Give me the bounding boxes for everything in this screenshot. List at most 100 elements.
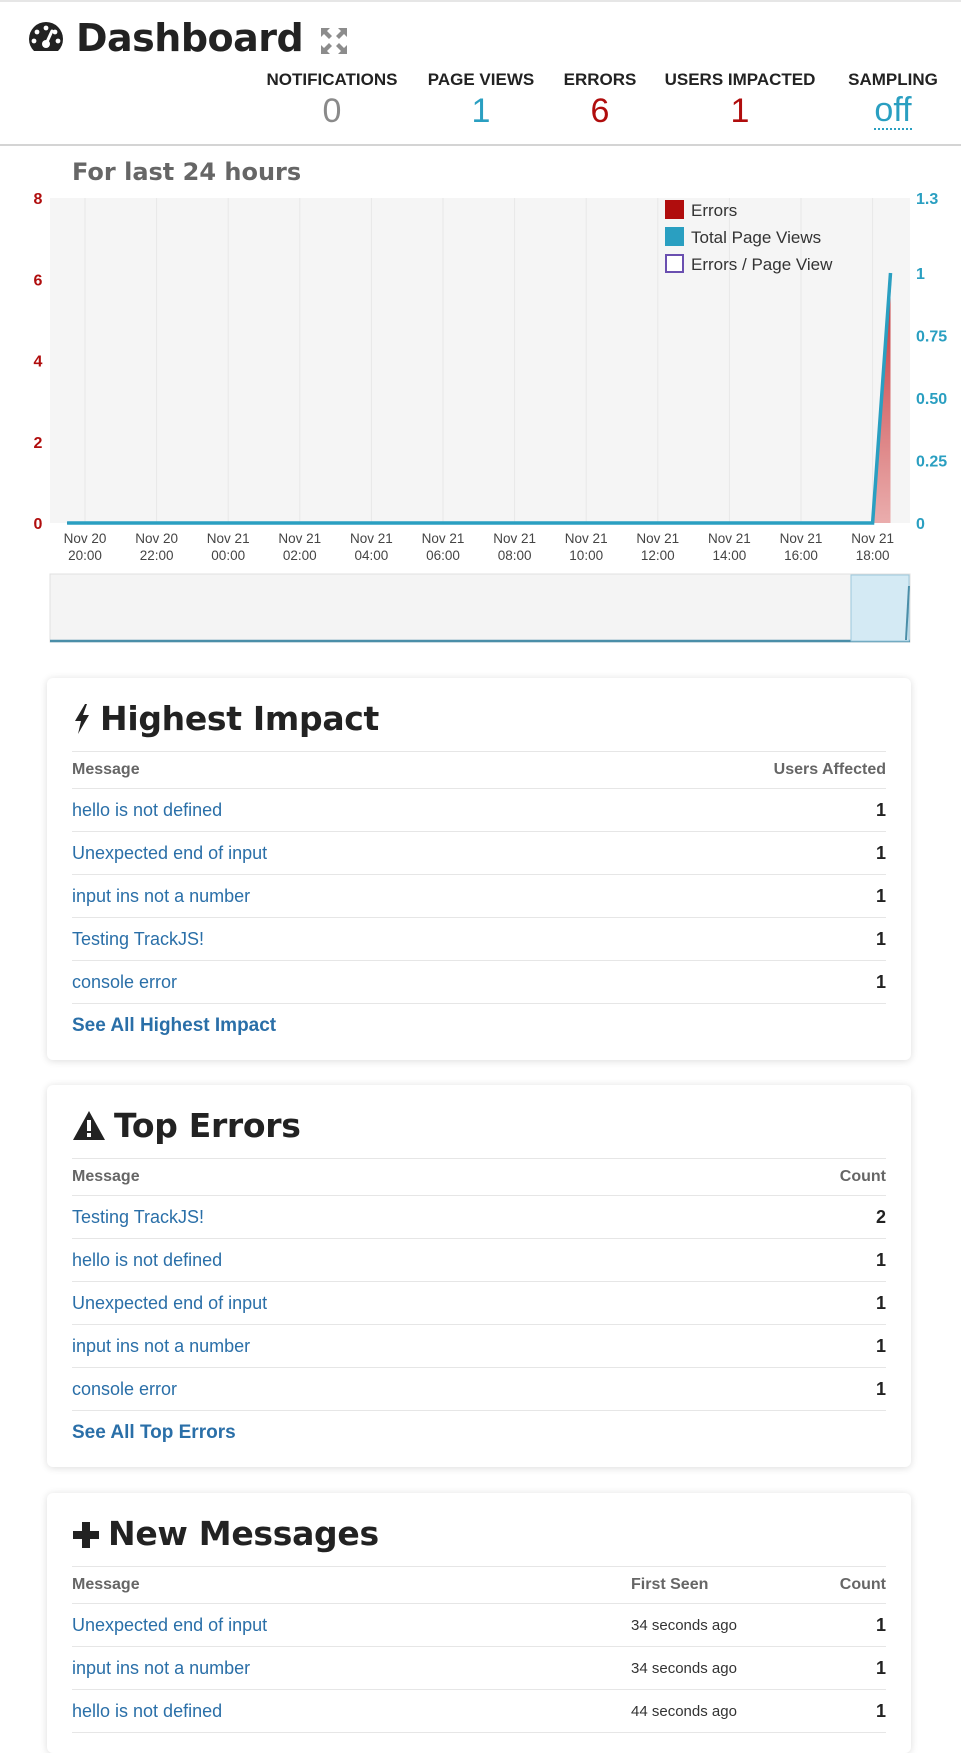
column-header-count: Count [839, 1168, 886, 1185]
see-all-highest-impact-link[interactable]: See All Highest Impact [72, 1004, 886, 1060]
stat-value: 1 [471, 92, 491, 130]
card-title: Highest Impact [100, 699, 380, 738]
table-row[interactable]: hello is not defined 44 seconds ago 1 [72, 1690, 886, 1733]
card-title: Top Errors [114, 1106, 301, 1145]
table-row[interactable]: Unexpected end of input 34 seconds ago 1 [72, 1604, 886, 1647]
new-messages-heading: New Messages [72, 1493, 886, 1567]
x-tick-label-date: Nov 21 [493, 531, 536, 546]
table-header: Message Count [72, 1159, 886, 1196]
y-right-tick-label: 0.50 [916, 391, 947, 408]
y-left-tick-label: 6 [34, 272, 43, 289]
new-messages-card: New Messages Message First Seen Count Un… [47, 1493, 911, 1753]
title-row: Dashboard [26, 16, 349, 60]
y-left-tick-label: 0 [34, 516, 43, 533]
table-row[interactable]: Unexpected end of input 1 [72, 1282, 886, 1325]
legend-swatch [665, 227, 684, 246]
message-link[interactable]: Unexpected end of input [72, 843, 736, 864]
message-link[interactable]: Testing TrackJS! [72, 1207, 736, 1228]
errors-chart: 0 2 4 6 8 0 0.25 0.50 0.75 1 1.3 Nov 20 20:00 Nov 20 2… [34, 191, 947, 643]
table-row[interactable]: hello is not defined 1 [72, 1239, 886, 1282]
table-header: Message First Seen Count [72, 1567, 886, 1604]
x-tick-label-date: Nov 21 [278, 531, 321, 546]
see-all-top-errors-link[interactable]: See All Top Errors [72, 1411, 886, 1467]
message-link[interactable]: input ins not a number [72, 886, 736, 907]
row-count: 1 [875, 928, 886, 949]
navigator-background [49, 573, 911, 643]
column-header-users-affected: Users Affected [773, 761, 886, 778]
x-tick-label-time: 18:00 [856, 548, 890, 563]
highest-impact-card: Highest Impact Message Users Affected he… [47, 678, 911, 1060]
stat-value: 6 [590, 92, 610, 130]
x-tick-label-date: Nov 21 [350, 531, 393, 546]
table-row[interactable]: input ins not a number 1 [72, 875, 886, 918]
x-tick-label-date: Nov 21 [422, 531, 465, 546]
table-body: Testing TrackJS! 2 hello is not defined … [72, 1196, 886, 1411]
y-right-tick-label: 1.3 [916, 191, 938, 208]
bolt-icon [75, 703, 89, 734]
y-right-tick-label: 0 [916, 516, 925, 533]
y-left-tick-label: 2 [34, 435, 43, 452]
top-errors-card: Top Errors Message Count Testing TrackJS… [47, 1085, 911, 1467]
message-link[interactable]: hello is not defined [72, 1250, 736, 1271]
y-right-tick-label: 0.75 [916, 329, 947, 346]
stat-value: 0 [322, 92, 342, 130]
message-link[interactable]: hello is not defined [72, 800, 736, 821]
x-tick-label-date: Nov 21 [207, 531, 250, 546]
message-link[interactable]: console error [72, 1379, 736, 1400]
stat-label: USERS IMPACTED [664, 70, 816, 89]
table-header: Message Users Affected [72, 752, 886, 789]
message-link[interactable]: console error [72, 972, 736, 993]
message-link[interactable]: Testing TrackJS! [72, 929, 736, 950]
x-tick-label-time: 06:00 [426, 548, 460, 563]
table-row[interactable]: Unexpected end of input 1 [72, 832, 886, 875]
x-tick-label-date: Nov 21 [636, 531, 679, 546]
dashboard-gauge-icon [29, 22, 63, 51]
y-left-tick-label: 8 [34, 191, 43, 208]
column-header-message: Message [72, 761, 140, 778]
table-row[interactable]: Testing TrackJS! 1 [72, 918, 886, 961]
row-count: 1 [875, 1249, 886, 1270]
message-link[interactable]: hello is not defined [72, 1701, 631, 1722]
stat-errors[interactable]: ERRORS 6 [554, 70, 646, 130]
x-tick-label-time: 08:00 [498, 548, 532, 563]
legend-swatch [665, 254, 684, 273]
row-count: 1 [875, 885, 886, 906]
stat-sampling: SAMPLING off [843, 70, 943, 130]
y-right-tick-label: 1 [916, 266, 925, 283]
legend-label: Errors [691, 201, 737, 220]
x-tick-label-time: 12:00 [641, 548, 675, 563]
warning-triangle-icon [73, 1110, 105, 1140]
x-tick-label-date: Nov 20 [64, 531, 107, 546]
x-tick-label-time: 16:00 [784, 548, 818, 563]
row-count: 1 [875, 1335, 886, 1356]
table-row[interactable]: console error 1 [72, 961, 886, 1004]
column-header-message: Message [72, 1168, 140, 1185]
message-link[interactable]: Unexpected end of input [72, 1615, 631, 1636]
highest-impact-heading: Highest Impact [72, 678, 886, 752]
message-link[interactable]: Unexpected end of input [72, 1293, 736, 1314]
stats-bar: NOTIFICATIONS 0 PAGE VIEWS 1 ERRORS 6 US… [0, 70, 961, 140]
x-tick-label-date: Nov 20 [135, 531, 178, 546]
stat-notifications[interactable]: NOTIFICATIONS 0 [262, 70, 402, 130]
x-tick-label-time: 10:00 [569, 548, 603, 563]
legend-label: Total Page Views [691, 228, 821, 247]
column-header-first-seen: First Seen [631, 1576, 709, 1593]
table-row[interactable]: hello is not defined 1 [72, 789, 886, 832]
expand-arrows-icon[interactable] [319, 26, 349, 56]
row-count: 1 [875, 1700, 886, 1721]
table-row[interactable]: input ins not a number 1 [72, 1325, 886, 1368]
sampling-toggle-link[interactable]: off [874, 92, 912, 130]
x-tick-label-date: Nov 21 [565, 531, 608, 546]
row-count: 1 [875, 1378, 886, 1399]
column-header-count: Count [839, 1576, 886, 1593]
message-link[interactable]: input ins not a number [72, 1336, 736, 1357]
row-count: 1 [875, 1614, 886, 1635]
table-row[interactable]: Testing TrackJS! 2 [72, 1196, 886, 1239]
x-tick-label-time: 04:00 [355, 548, 389, 563]
message-link[interactable]: input ins not a number [72, 1658, 631, 1679]
stat-users-impacted[interactable]: USERS IMPACTED 1 [664, 70, 816, 130]
table-row[interactable]: input ins not a number 34 seconds ago 1 [72, 1647, 886, 1690]
stat-page-views[interactable]: PAGE VIEWS 1 [421, 70, 541, 130]
column-header-message: Message [72, 1576, 140, 1593]
table-row[interactable]: console error 1 [72, 1368, 886, 1411]
